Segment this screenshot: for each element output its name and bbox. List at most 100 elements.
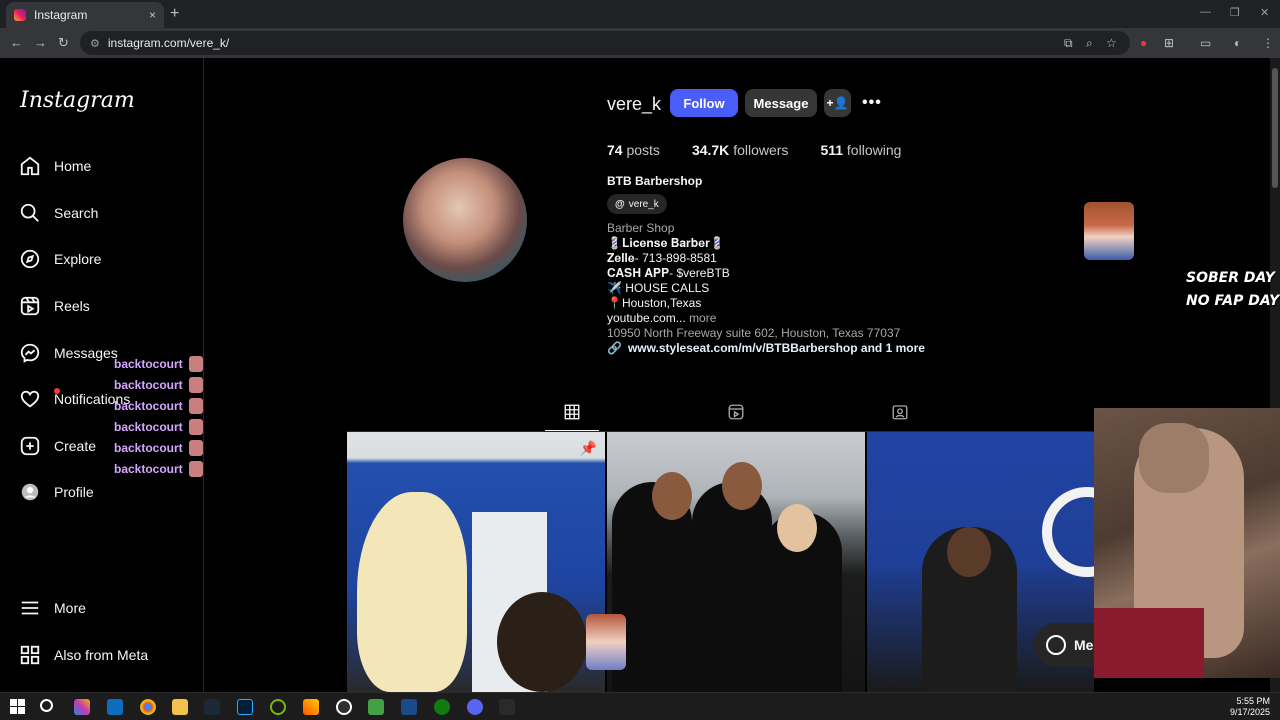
steam-icon[interactable] (204, 699, 220, 715)
heart-icon (18, 387, 42, 411)
profile-avatar-icon[interactable]: ◐ (1234, 36, 1241, 50)
file-explorer-icon[interactable] (172, 699, 188, 715)
bio-address[interactable]: 10950 North Freeway suite 602, Houston, … (607, 326, 900, 340)
profile-stats: 74 posts 34.7K followers 511 following (607, 142, 933, 158)
install-app-icon[interactable]: ⧉ (1064, 36, 1073, 51)
new-tab-button[interactable]: + (170, 5, 179, 23)
back-icon[interactable]: ← (10, 35, 23, 50)
options-icon[interactable]: ••• (862, 94, 882, 112)
nav-profile[interactable]: Profile (18, 477, 198, 507)
nav-home[interactable]: Home (18, 151, 198, 181)
followers-stat[interactable]: 34.7K followers (692, 142, 789, 158)
address-bar[interactable]: ⚙ instagram.com/vere_k/ (80, 31, 1130, 55)
scrollbar-thumb[interactable] (1272, 68, 1278, 188)
home-icon (18, 154, 42, 178)
chat-emote-icon (188, 356, 203, 372)
threads-icon: @ (615, 198, 625, 210)
bio-category: Barber Shop (607, 221, 675, 235)
nav-search-label: Search (54, 205, 99, 221)
following-stat[interactable]: 511 following (820, 142, 901, 158)
grid-posts-icon (564, 404, 580, 420)
threads-badge[interactable]: @ vere_k (607, 194, 667, 214)
window-close-icon[interactable]: ✕ (1260, 6, 1269, 19)
tab-posts[interactable] (563, 403, 585, 423)
webcam-overlay (1094, 408, 1280, 678)
dog-head (1139, 423, 1209, 493)
instagram-logo[interactable]: Instagram (20, 88, 135, 113)
chrome-icon[interactable] (140, 699, 156, 715)
nav-more[interactable]: More (18, 593, 198, 623)
post-person-face (722, 462, 762, 510)
discord-icon[interactable] (467, 699, 483, 715)
instagram-sidebar: Instagram Home Search Explore Reels Mess… (0, 58, 204, 692)
messenger-icon (18, 341, 42, 365)
app-store-icon[interactable] (368, 699, 384, 715)
bookmark-star-icon[interactable]: ☆ (1106, 36, 1117, 50)
bio-line: 📍Houston,Texas (607, 296, 702, 310)
plus-square-icon (18, 434, 42, 458)
nav-reels[interactable]: Reels (18, 291, 198, 321)
chat-overlay-line: backtocourt (114, 377, 203, 393)
forward-icon[interactable]: → (34, 35, 47, 50)
photoshop-icon[interactable] (237, 699, 253, 715)
profile-avatar[interactable] (403, 158, 527, 282)
xbox-icon[interactable] (434, 699, 450, 715)
post-person-hair (357, 492, 467, 692)
post-thumbnail[interactable]: 📌 (347, 432, 605, 692)
tab-close-icon[interactable]: × (149, 8, 156, 22)
post-ring-light (1042, 487, 1094, 577)
search-icon (18, 201, 42, 225)
url-text: instagram.com/vere_k/ (107, 36, 230, 50)
threads-handle: vere_k (628, 198, 659, 210)
browser-menu-icon[interactable]: ⋮ (1262, 36, 1274, 50)
site-info-icon[interactable]: ⚙ (90, 37, 100, 50)
vegas-icon[interactable] (401, 699, 417, 715)
bio-website-link[interactable]: 🔗 www.styleseat.com/m/v/BTBBarbershop and… (607, 341, 925, 355)
active-tab-indicator (545, 430, 599, 431)
clock-time: 5:55 PM (1236, 696, 1270, 706)
nav-home-label: Home (54, 158, 92, 174)
notification-dot (54, 388, 60, 394)
tab-reels[interactable] (727, 403, 749, 423)
browser-toolbar: ← → ↻ ⚙ instagram.com/vere_k/ ⧉ ⌕ ☆ ● ⊞ … (0, 28, 1280, 58)
reload-icon[interactable]: ↻ (58, 35, 69, 51)
maximize-icon[interactable]: ❐ (1230, 6, 1240, 19)
copilot-icon[interactable] (74, 699, 90, 715)
nav-search[interactable]: Search (18, 198, 198, 228)
follow-button[interactable]: Follow (670, 89, 738, 117)
system-clock[interactable]: 5:55 PM 9/17/2025 (1230, 696, 1270, 718)
tab-tagged[interactable] (891, 403, 913, 423)
zoom-icon[interactable]: ⌕ (1086, 36, 1093, 51)
nvidia-icon[interactable] (270, 699, 286, 715)
extension-icon[interactable]: ● (1140, 36, 1147, 50)
outlook-icon[interactable] (107, 699, 123, 715)
messages-floating-label: Me (1074, 637, 1094, 653)
chat-overlay-line: backtocourt (114, 440, 203, 456)
minimize-icon[interactable]: — (1200, 6, 1211, 18)
extensions-puzzle-icon[interactable]: ⊞ (1164, 36, 1174, 50)
post-thumbnail[interactable] (607, 432, 865, 692)
nav-also-from-meta[interactable]: Also from Meta (18, 640, 198, 670)
suggested-users-button[interactable]: +👤 (824, 89, 851, 117)
windows-start-icon[interactable] (10, 699, 26, 715)
side-panel-icon[interactable]: ▭ (1200, 36, 1211, 50)
windows-taskbar: 5:55 PM 9/17/2025 (0, 692, 1280, 720)
obs-icon[interactable] (336, 699, 352, 715)
nav-reels-label: Reels (54, 298, 90, 314)
profile-username: vere_k (607, 94, 662, 114)
nav-more-label: More (54, 600, 86, 616)
bio-more-link[interactable]: more (689, 311, 716, 325)
taskbar-search-icon[interactable] (40, 699, 53, 712)
bio-line: ✈️ HOUSE CALLS (607, 281, 710, 295)
nav-explore-label: Explore (54, 251, 102, 267)
message-button[interactable]: Message (745, 89, 817, 117)
browser-tab[interactable]: Instagram × (6, 2, 164, 28)
chat-emote-icon (188, 377, 203, 393)
nav-messages-label: Messages (54, 345, 118, 361)
app-icon[interactable] (499, 699, 515, 715)
tagged-icon (892, 405, 908, 420)
brave-icon[interactable] (303, 699, 319, 715)
nav-create-label: Create (54, 438, 97, 454)
nav-explore[interactable]: Explore (18, 244, 198, 274)
bio-line: 💈𝐋𝐢𝐜𝐞𝐧𝐬𝐞 𝐁𝐚𝐫𝐛𝐞𝐫💈 (607, 236, 725, 250)
